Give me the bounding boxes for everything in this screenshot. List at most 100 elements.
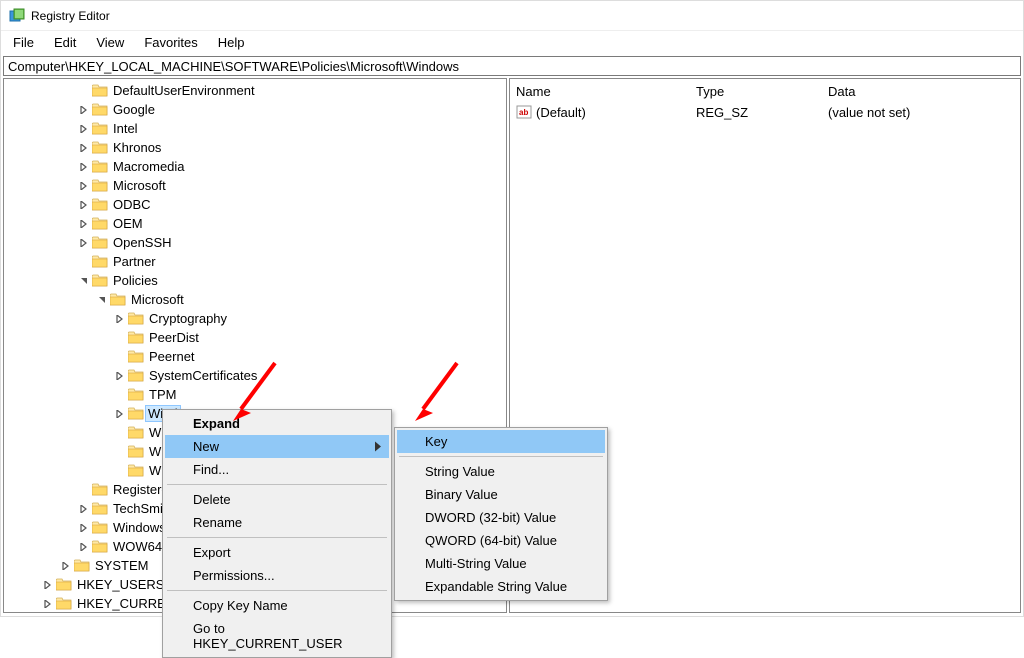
folder-icon — [92, 141, 108, 154]
folder-icon — [110, 293, 126, 306]
chevron-right-icon[interactable] — [78, 541, 90, 553]
chevron-right-icon[interactable] — [42, 598, 54, 610]
tree-node[interactable]: Khronos — [4, 138, 506, 157]
tree-node[interactable]: SystemCertificates — [4, 366, 506, 385]
tree-node[interactable]: Google — [4, 100, 506, 119]
chevron-down-icon[interactable] — [96, 294, 108, 306]
chevron-right-icon[interactable] — [60, 560, 72, 572]
chevron-down-icon[interactable] — [78, 275, 90, 287]
tree-node[interactable]: ODBC — [4, 195, 506, 214]
menu-item-expand[interactable]: Expand — [165, 412, 389, 435]
menubar: FileEditViewFavorites Help — [1, 31, 1023, 56]
menu-item-expandable-string-value[interactable]: Expandable String Value — [397, 575, 605, 598]
svg-text:ab: ab — [519, 108, 528, 117]
col-header-type[interactable]: Type — [690, 81, 822, 102]
folder-icon — [56, 578, 72, 591]
chevron-right-icon[interactable] — [78, 503, 90, 515]
expander-none — [114, 332, 126, 344]
tree-label: Intel — [113, 121, 138, 136]
chevron-right-icon[interactable] — [78, 104, 90, 116]
menu-item-rename[interactable]: Rename — [165, 511, 389, 534]
tree-node[interactable]: Intel — [4, 119, 506, 138]
folder-icon — [92, 502, 108, 515]
expander-none — [114, 446, 126, 458]
col-header-name[interactable]: Name — [510, 81, 690, 102]
chevron-right-icon[interactable] — [78, 218, 90, 230]
tree-label: ODBC — [113, 197, 151, 212]
chevron-right-icon[interactable] — [114, 313, 126, 325]
menu-item-new[interactable]: New — [165, 435, 389, 458]
tree-node[interactable]: Cryptography — [4, 309, 506, 328]
menu-file[interactable]: File — [5, 33, 42, 52]
tree-node[interactable]: OpenSSH — [4, 233, 506, 252]
menu-item-binary-value[interactable]: Binary Value — [397, 483, 605, 506]
chevron-right-icon[interactable] — [78, 142, 90, 154]
menu-item-string-value[interactable]: String Value — [397, 460, 605, 483]
regedit-icon — [9, 8, 25, 24]
tree-node[interactable]: Partner — [4, 252, 506, 271]
menu-item-dword-32-bit-value[interactable]: DWORD (32-bit) Value — [397, 506, 605, 529]
tree-label: Policies — [113, 273, 158, 288]
chevron-right-icon[interactable] — [78, 237, 90, 249]
folder-icon — [92, 103, 108, 116]
address-bar[interactable]: Computer\HKEY_LOCAL_MACHINE\SOFTWARE\Pol… — [3, 56, 1021, 76]
expander-none — [78, 484, 90, 496]
folder-icon — [128, 445, 144, 458]
tree-label: OEM — [113, 216, 143, 231]
chevron-right-icon[interactable] — [42, 579, 54, 591]
folder-icon — [92, 84, 108, 97]
context-menu: ExpandNewFind... DeleteRename ExportPermis… — [162, 409, 392, 658]
tree-node[interactable]: Policies — [4, 271, 506, 290]
chevron-right-icon[interactable] — [114, 370, 126, 382]
folder-icon — [92, 274, 108, 287]
menu-edit[interactable]: Edit — [46, 33, 84, 52]
chevron-right-icon[interactable] — [78, 180, 90, 192]
expander-none — [114, 351, 126, 363]
menu-view[interactable]: View — [88, 33, 132, 52]
tree-node[interactable]: DefaultUserEnvironment — [4, 81, 506, 100]
menu-separator — [399, 456, 603, 457]
folder-icon — [92, 198, 108, 211]
menu-item-permissions[interactable]: Permissions... — [165, 564, 389, 587]
folder-icon — [74, 559, 90, 572]
folder-icon — [128, 464, 144, 477]
titlebar: Registry Editor — [1, 1, 1023, 31]
menu-item-delete[interactable]: Delete — [165, 488, 389, 511]
folder-icon — [56, 597, 72, 610]
chevron-right-icon[interactable] — [78, 199, 90, 211]
tree-node[interactable]: Microsoft — [4, 176, 506, 195]
menu-item-qword-64-bit-value[interactable]: QWORD (64-bit) Value — [397, 529, 605, 552]
folder-icon — [128, 426, 144, 439]
expander-none — [114, 427, 126, 439]
tree-label: Cryptography — [149, 311, 227, 326]
chevron-right-icon[interactable] — [78, 522, 90, 534]
folder-icon — [92, 236, 108, 249]
chevron-right-icon[interactable] — [114, 408, 126, 420]
chevron-right-icon[interactable] — [78, 161, 90, 173]
folder-icon — [92, 483, 108, 496]
menu-item-multi-string-value[interactable]: Multi-String Value — [397, 552, 605, 575]
menu-item-export[interactable]: Export — [165, 541, 389, 564]
menu-item-find[interactable]: Find... — [165, 458, 389, 481]
tree-node[interactable]: OEM — [4, 214, 506, 233]
chevron-right-icon[interactable] — [78, 123, 90, 135]
tree-label: OpenSSH — [113, 235, 172, 250]
tree-node[interactable]: PeerDist — [4, 328, 506, 347]
folder-icon — [128, 388, 144, 401]
menu-item-copy-key-name[interactable]: Copy Key Name — [165, 594, 389, 617]
menu-favorites[interactable]: Favorites — [136, 33, 205, 52]
folder-icon — [92, 217, 108, 230]
value-type: REG_SZ — [690, 105, 822, 120]
list-row[interactable]: ab(Default)REG_SZ(value not set) — [510, 103, 1020, 121]
tree-node[interactable]: Microsoft — [4, 290, 506, 309]
col-header-data[interactable]: Data — [822, 81, 1020, 102]
folder-icon — [92, 521, 108, 534]
menu-item-go-to-hkey-current-user[interactable]: Go to HKEY_CURRENT_USER — [165, 617, 389, 655]
tree-label: Microsoft — [113, 178, 166, 193]
menu-help[interactable]: Help — [210, 33, 253, 52]
folder-icon — [92, 255, 108, 268]
menu-item-key[interactable]: Key — [397, 430, 605, 453]
tree-node[interactable]: TPM — [4, 385, 506, 404]
tree-node[interactable]: Macromedia — [4, 157, 506, 176]
tree-node[interactable]: Peernet — [4, 347, 506, 366]
